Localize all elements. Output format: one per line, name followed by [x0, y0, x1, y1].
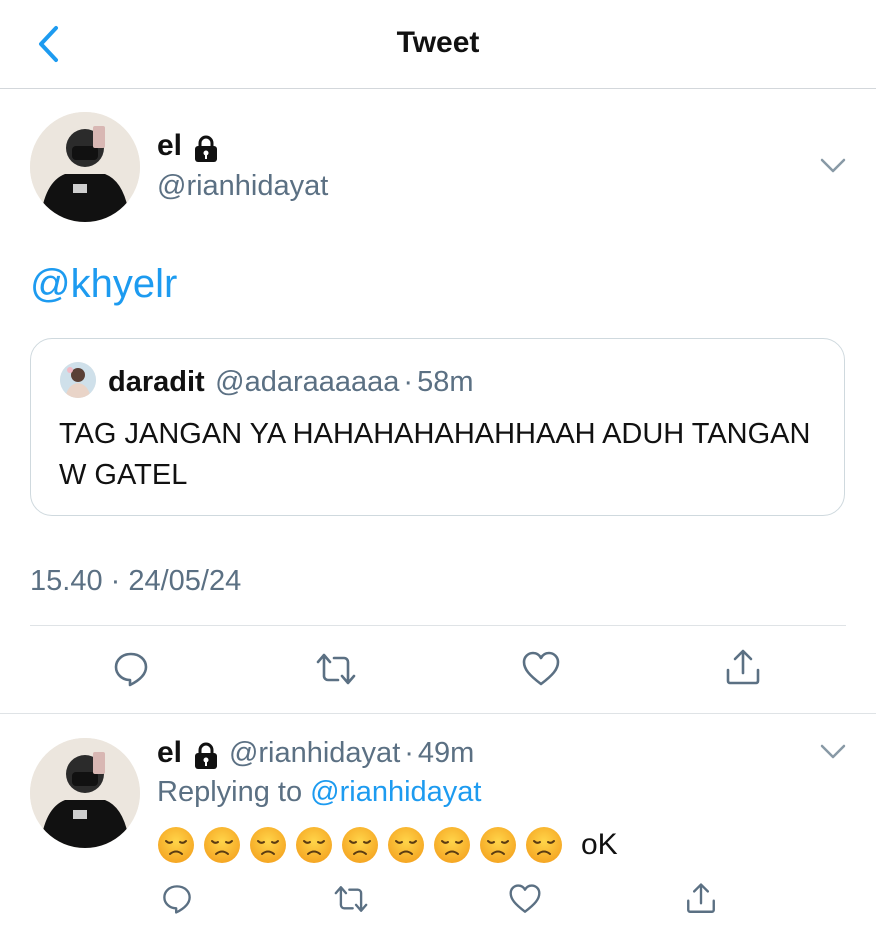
heart-icon — [522, 651, 560, 686]
disappointed-face-emoji — [526, 827, 562, 863]
divider — [30, 625, 846, 626]
like-button[interactable] — [518, 646, 564, 692]
share-icon — [726, 649, 760, 685]
more-options-button[interactable] — [818, 152, 848, 183]
reply-separator: · — [404, 737, 414, 769]
reply-share-button[interactable] — [682, 880, 720, 918]
lock-icon — [195, 742, 218, 769]
disappointed-face-emoji — [388, 827, 424, 863]
quote-time: 58m — [417, 366, 474, 398]
reply-button[interactable] — [108, 646, 154, 692]
quote-avatar[interactable] — [60, 362, 96, 398]
reply-text-ok: oK — [581, 828, 618, 861]
reply-author-name[interactable]: el — [157, 736, 182, 769]
author-name-row: el — [157, 129, 220, 164]
tweet-text-mention[interactable]: @khyelr — [30, 262, 177, 307]
disappointed-face-emoji — [480, 827, 516, 863]
reply-comment-button[interactable] — [158, 880, 196, 918]
disappointed-face-emoji — [296, 827, 332, 863]
tweet-timestamp: 15.40 · 24/05/24 — [30, 565, 242, 597]
author-name[interactable]: el — [157, 129, 182, 162]
reply-header: el @rianhidayat · 49m — [157, 736, 474, 771]
disappointed-face-emoji — [158, 827, 194, 863]
chevron-down-icon — [820, 744, 846, 759]
retweet-icon — [316, 653, 356, 685]
reply-time: 49m — [417, 737, 475, 769]
reply-text: oK — [157, 826, 618, 864]
page-title: Tweet — [396, 26, 480, 59]
reply-like-button[interactable] — [506, 880, 544, 918]
quote-text: TAG JANGAN YA HAHAHAHAHAHHAAH ADUH TANGA… — [59, 418, 811, 491]
disappointed-face-emoji — [342, 827, 378, 863]
reply-author-handle[interactable]: @rianhidayat — [229, 737, 400, 769]
reply-retweet-button[interactable] — [330, 880, 372, 918]
retweet-button[interactable] — [312, 646, 360, 692]
replying-to-line: Replying to @rianhidayat — [157, 776, 481, 809]
quote-author-handle[interactable]: @adaraaaaaa — [215, 366, 399, 398]
chevron-down-icon — [820, 158, 846, 173]
reply-avatar[interactable] — [30, 738, 140, 848]
avatar[interactable] — [30, 112, 140, 222]
comment-icon — [163, 885, 191, 914]
quote-author-name[interactable]: daradit — [108, 366, 205, 398]
divider — [0, 713, 876, 714]
quote-header: daradit @adaraaaaaa · 58m — [108, 366, 474, 399]
replying-to-label: Replying to — [157, 776, 303, 808]
reply-more-options-button[interactable] — [818, 738, 848, 769]
retweet-icon — [334, 886, 368, 912]
heart-icon — [509, 884, 541, 913]
replying-to-handle[interactable]: @rianhidayat — [310, 776, 481, 808]
lock-icon — [195, 135, 218, 162]
disappointed-face-emoji — [204, 827, 240, 863]
disappointed-face-emoji — [434, 827, 470, 863]
share-icon — [687, 883, 715, 913]
header-divider — [0, 88, 876, 89]
author-handle[interactable]: @rianhidayat — [157, 170, 328, 203]
quote-separator: · — [403, 366, 414, 398]
disappointed-face-emoji — [250, 827, 286, 863]
comment-icon — [114, 652, 148, 687]
share-button[interactable] — [720, 645, 766, 691]
